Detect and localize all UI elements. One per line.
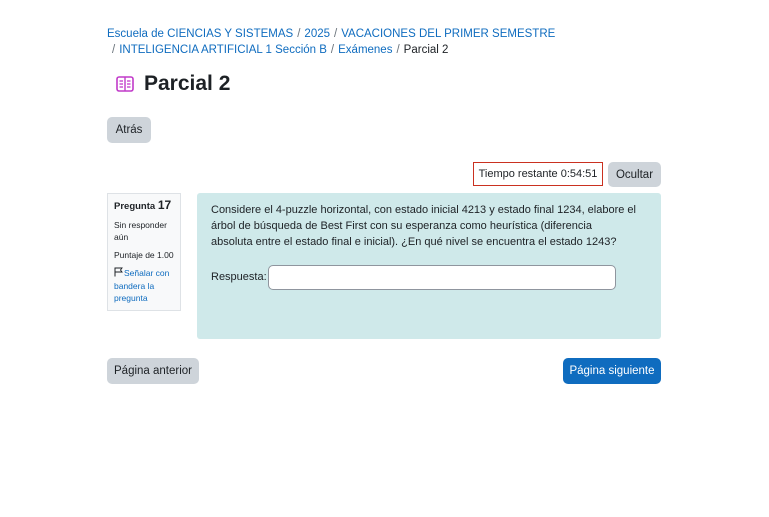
quiz-icon <box>115 74 135 94</box>
flag-question-link[interactable]: Señalar con bandera la pregunta <box>114 267 174 304</box>
question-label: Pregunta <box>114 201 156 212</box>
breadcrumb-link-term[interactable]: VACACIONES DEL PRIMER SEMESTRE <box>341 28 555 40</box>
breadcrumb-link-year[interactable]: 2025 <box>304 28 330 40</box>
question-info: Pregunta 17 Sin responder aún Puntaje de… <box>107 193 181 311</box>
quiz-page: Escuela de CIENCIAS Y SISTEMAS/2025/VACA… <box>0 0 769 517</box>
page-title: Parcial 2 <box>144 72 231 95</box>
breadcrumb-current: Parcial 2 <box>403 44 449 56</box>
question-number-value: 17 <box>157 198 172 212</box>
question-status: Sin responder aún <box>114 220 167 242</box>
breadcrumb-separator: / <box>334 28 338 40</box>
time-remaining: Tiempo restante 0:54:51 <box>473 162 603 186</box>
question-text: Considere el 4-puzzle horizontal, con es… <box>211 204 636 248</box>
answer-input[interactable] <box>268 265 616 290</box>
breadcrumb-separator: / <box>112 44 116 56</box>
question-number: Pregunta 17 <box>114 199 174 213</box>
back-button[interactable]: Atrás <box>107 117 151 143</box>
next-page-button[interactable]: Página siguiente <box>563 358 661 384</box>
flag-icon <box>114 267 123 280</box>
page-header: Parcial 2 <box>115 70 230 98</box>
breadcrumb-separator: / <box>297 28 301 40</box>
question-mark: Puntaje de 1.00 <box>114 250 174 260</box>
previous-page-button[interactable]: Página anterior <box>107 358 199 384</box>
breadcrumb-separator: / <box>330 44 335 56</box>
question-content: Considere el 4-puzzle horizontal, con es… <box>197 193 661 339</box>
answer-label: Respuesta: <box>211 271 267 283</box>
breadcrumb: Escuela de CIENCIAS Y SISTEMAS/2025/VACA… <box>107 26 667 58</box>
breadcrumb-link-course[interactable]: INTELIGENCIA ARTIFICIAL 1 Sección B <box>119 44 327 56</box>
breadcrumb-link-school[interactable]: Escuela de CIENCIAS Y SISTEMAS <box>107 28 293 40</box>
hide-timer-button[interactable]: Ocultar <box>608 162 661 187</box>
breadcrumb-link-exams[interactable]: Exámenes <box>338 44 392 56</box>
breadcrumb-separator: / <box>396 44 400 56</box>
